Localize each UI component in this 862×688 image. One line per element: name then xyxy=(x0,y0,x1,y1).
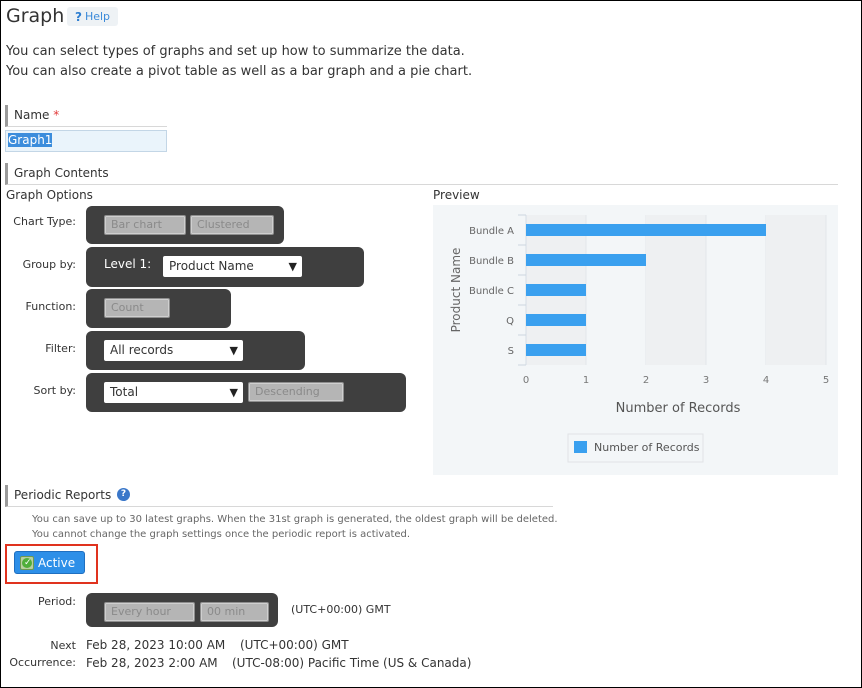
filter-value: All records xyxy=(110,343,174,357)
chart-preview: Bundle A Bundle B Bundle C Q S 0 1 2 3 4 5 Produc… xyxy=(433,205,838,475)
next-occurrence-gmt: Feb 28, 2023 10:00 AM xyxy=(86,638,226,652)
function-label: Function: xyxy=(25,300,77,313)
x-tick-label: 2 xyxy=(643,375,649,386)
chevron-down-icon: ▼ xyxy=(229,386,238,399)
period-timezone: (UTC+00:00) GMT xyxy=(291,603,391,616)
x-tick-label: 0 xyxy=(523,375,529,386)
sort-order-field[interactable]: Descending xyxy=(248,382,344,402)
name-section-header: Name * xyxy=(5,105,167,127)
periodic-note-2: You cannot change the graph settings onc… xyxy=(32,529,411,540)
active-toggle-button[interactable]: ✓ Active xyxy=(14,551,85,574)
filter-select[interactable]: All records ▼ xyxy=(104,340,243,361)
bar-chart: Bundle A Bundle B Bundle C Q S 0 1 2 3 4 5 Produc… xyxy=(449,214,829,463)
graph-contents-label: Graph Contents xyxy=(14,166,109,180)
bar xyxy=(526,314,586,326)
name-input-value: Graph1 xyxy=(8,133,53,147)
x-tick-label: 5 xyxy=(823,375,829,386)
active-label: Active xyxy=(38,555,76,570)
chart-type-field[interactable]: Bar chart xyxy=(104,215,186,235)
function-panel: Count xyxy=(86,289,231,328)
x-tick-label: 1 xyxy=(583,375,589,386)
group-by-select[interactable]: Product Name ▼ xyxy=(163,256,302,277)
name-label: Name xyxy=(14,108,50,122)
x-tick-label: 3 xyxy=(703,375,709,386)
next-occurrence-local: Feb 28, 2023 2:00 AM xyxy=(86,656,218,670)
x-axis-label: Number of Records xyxy=(616,401,741,416)
chart-legend: Number of Records xyxy=(567,433,704,463)
chart-type-label: Chart Type: xyxy=(13,215,76,228)
name-input[interactable]: Graph1 xyxy=(5,130,167,152)
next-occurrence-gmt-tz: (UTC+00:00) GMT xyxy=(240,638,349,652)
minute-field[interactable]: 00 min xyxy=(200,602,269,622)
grid-band xyxy=(646,215,706,365)
sort-by-value: Total xyxy=(110,385,139,399)
y-axis-label: Product Name xyxy=(449,248,463,333)
filter-panel: All records ▼ xyxy=(86,331,305,370)
next-occurrence-local-tz: (UTC-08:00) Pacific Time (US & Canada) xyxy=(232,656,472,670)
bar xyxy=(526,284,586,296)
category-label: Bundle C xyxy=(469,286,514,297)
sort-by-label: Sort by: xyxy=(33,384,76,397)
legend-label: Number of Records xyxy=(594,441,700,454)
chart-subtype-field[interactable]: Clustered xyxy=(190,215,274,235)
category-label: Q xyxy=(506,316,514,327)
help-button[interactable]: ? Help xyxy=(67,7,118,26)
category-label: S xyxy=(508,346,514,357)
filter-label: Filter: xyxy=(45,342,76,355)
legend-swatch xyxy=(574,441,587,453)
bar xyxy=(526,254,646,266)
intro-line-1: You can select types of graphs and set u… xyxy=(6,44,465,59)
periodic-reports-label: Periodic Reports xyxy=(14,488,112,502)
help-label: Help xyxy=(84,10,111,23)
periodic-note-1: You can save up to 30 latest graphs. Whe… xyxy=(32,514,558,525)
graph-contents-header: Graph Contents xyxy=(5,163,838,185)
period-field[interactable]: Every hour xyxy=(104,602,195,622)
occurrence-label: Occurrence: xyxy=(9,656,76,669)
category-label: Bundle B xyxy=(469,256,514,267)
page-title: Graph xyxy=(6,5,65,27)
sort-by-select[interactable]: Total ▼ xyxy=(104,382,243,403)
x-tick-label: 4 xyxy=(763,375,769,386)
bar xyxy=(526,344,586,356)
help-icon: ? xyxy=(74,9,82,24)
help-circle-icon[interactable]: ? xyxy=(117,488,130,501)
graph-options-label: Graph Options xyxy=(6,188,93,202)
group-by-label: Group by: xyxy=(22,258,76,271)
level-1-label: Level 1: xyxy=(104,257,152,271)
sort-by-panel: Total ▼ Descending xyxy=(86,373,406,412)
chart-type-panel: Bar chart Clustered xyxy=(86,206,284,244)
chevron-down-icon: ▼ xyxy=(288,260,297,273)
next-label: Next xyxy=(50,639,76,652)
grid-band xyxy=(766,215,826,365)
group-by-panel: Level 1: Product Name ▼ xyxy=(86,247,364,287)
group-by-value: Product Name xyxy=(169,259,254,273)
chevron-down-icon: ▼ xyxy=(229,344,238,357)
function-field[interactable]: Count xyxy=(104,298,170,318)
bar xyxy=(526,224,766,236)
preview-label: Preview xyxy=(433,188,480,202)
check-icon: ✓ xyxy=(20,555,34,570)
category-label: Bundle A xyxy=(469,226,514,237)
required-mark: * xyxy=(53,108,60,122)
intro-line-2: You can also create a pivot table as wel… xyxy=(6,64,473,79)
periodic-reports-header: Periodic Reports xyxy=(5,485,553,507)
period-panel: Every hour 00 min xyxy=(86,593,278,627)
period-label: Period: xyxy=(37,595,76,608)
